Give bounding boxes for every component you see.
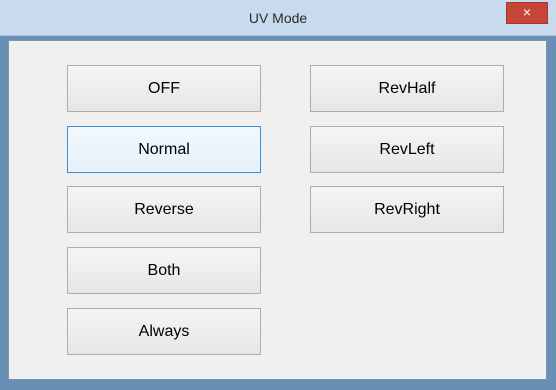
normal-button[interactable]: Normal xyxy=(67,126,261,173)
uv-mode-dialog: UV Mode × OFF Normal Reverse Both Always… xyxy=(0,0,556,390)
window-title: UV Mode xyxy=(248,10,308,26)
revright-button[interactable]: RevRight xyxy=(310,186,504,233)
reverse-button[interactable]: Reverse xyxy=(67,186,261,233)
both-button[interactable]: Both xyxy=(67,247,261,294)
title-bar[interactable]: UV Mode × xyxy=(0,0,556,36)
off-button[interactable]: OFF xyxy=(67,65,261,112)
always-button[interactable]: Always xyxy=(67,308,261,355)
close-button[interactable]: × xyxy=(506,2,548,24)
close-icon: × xyxy=(522,4,532,20)
dialog-client-area: OFF Normal Reverse Both Always RevHalf R… xyxy=(8,40,547,380)
revhalf-button[interactable]: RevHalf xyxy=(310,65,504,112)
revleft-button[interactable]: RevLeft xyxy=(310,126,504,173)
